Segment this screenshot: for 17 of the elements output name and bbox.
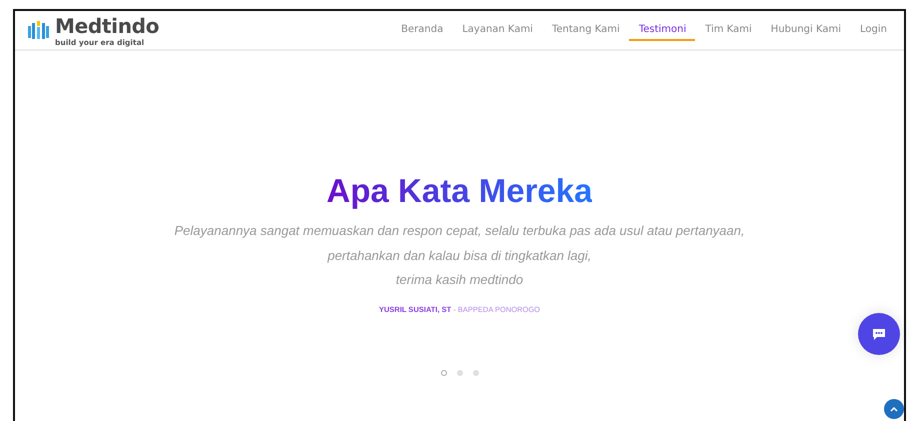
chat-button[interactable] [858,313,900,355]
testimonial-quote: Pelayanannya sangat memuaskan dan respon cepat, selalu terbuka pas ada usul atau pertanyaan, pertahankan dan kalau bisa di tingkatkan lagi, terima kasih medtindo [174,222,745,289]
nav-link[interactable]: Tentang Kami [542,20,629,40]
nav-link[interactable]: Layanan Kami [452,20,542,40]
nav-link[interactable]: Hubungi Kami [760,20,850,40]
logo-icon [27,18,51,42]
nav-link[interactable]: Testimoni [628,20,696,40]
chevron-up-icon [890,406,898,412]
nav-link[interactable]: Tim Kami [695,20,761,40]
nav-link[interactable]: Beranda [391,20,452,40]
slider-dot[interactable] [456,370,462,376]
slider-dot[interactable] [440,370,446,376]
scroll-top-button[interactable] [884,399,904,419]
nav-link[interactable]: Login [850,20,896,40]
slider-dot[interactable] [472,370,478,376]
brand-name[interactable]: Medtindo [55,14,160,38]
chat-icon [872,328,886,340]
